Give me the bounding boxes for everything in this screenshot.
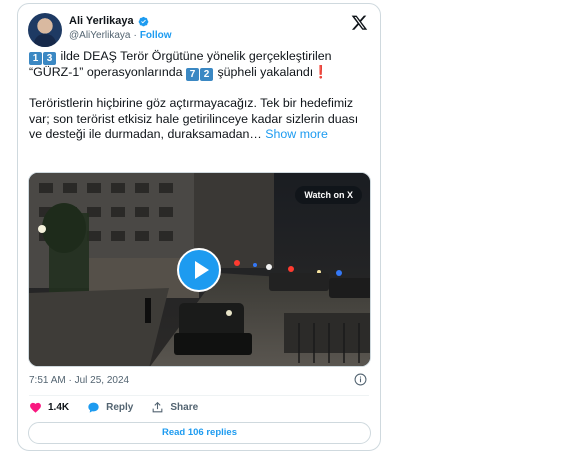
tweet-line-2-text: “GÜRZ-1” operasyonlarında (29, 65, 187, 79)
exclamation-icon: ❗ (313, 65, 329, 79)
reply-button[interactable]: Reply (87, 401, 133, 414)
tweet-line-2-tail: şüpheli yakalandı (214, 65, 314, 79)
tweet-text: 13 ilde DEAŞ Terör Örgütüne yönelik gerç… (29, 49, 369, 143)
author-name-row: Ali Yerlikaya (69, 15, 149, 27)
show-more-link[interactable]: Show more (265, 127, 328, 141)
author-name[interactable]: Ali Yerlikaya (69, 15, 134, 27)
share-button[interactable]: Share (151, 401, 198, 414)
x-logo-icon[interactable] (351, 14, 368, 31)
video-player[interactable]: Watch on X (28, 172, 371, 367)
like-button[interactable]: 1.4K (29, 401, 69, 414)
timestamp-separator: · (68, 375, 72, 386)
reply-label: Reply (106, 402, 134, 413)
timestamp-time: 7:51 AM (29, 375, 66, 386)
read-replies-button[interactable]: Read 106 replies (28, 422, 371, 444)
tweet-paragraph-2: Teröristlerin hiçbirine göz açtırmayacağ… (29, 96, 369, 143)
timestamp-date: Jul 25, 2024 (74, 375, 130, 386)
info-icon[interactable] (354, 373, 367, 386)
keycap-1-icon: 1 (29, 52, 42, 65)
tweet-timestamp[interactable]: 7:51 AM · Jul 25, 2024 (29, 375, 129, 386)
share-label: Share (170, 402, 199, 413)
like-count: 1.4K (48, 402, 70, 413)
tweet-line-1-text: ilde DEAŞ Terör Örgütüne yönelik gerçekl… (57, 49, 332, 63)
keycap-3-icon: 3 (43, 52, 56, 65)
keycap-7-icon: 7 (186, 68, 200, 81)
divider (29, 395, 369, 396)
verified-badge-icon (138, 16, 148, 26)
author-handle-row: @AliYerlikaya · Follow (69, 30, 172, 41)
keycap-2-icon: 2 (200, 68, 214, 81)
author-handle[interactable]: @AliYerlikaya (69, 30, 130, 41)
separator-dot: · (133, 30, 137, 41)
tweet-line-2: “GÜRZ-1” operasyonlarında 72 şüpheli yak… (29, 65, 369, 81)
tweet-card[interactable]: Ali Yerlikaya @AliYerlikaya · Follow 13 … (17, 3, 381, 451)
reply-bubble-icon (88, 402, 99, 413)
heart-icon (30, 402, 41, 413)
play-button-icon[interactable] (177, 248, 221, 292)
follow-button[interactable]: Follow (140, 30, 172, 41)
watch-on-x-button[interactable]: Watch on X (295, 186, 362, 204)
avatar[interactable] (28, 13, 62, 47)
action-bar: 1.4K Reply Share (29, 401, 198, 414)
share-icon (152, 401, 163, 413)
tweet-line-1: 13 ilde DEAŞ Terör Örgütüne yönelik gerç… (29, 49, 369, 65)
